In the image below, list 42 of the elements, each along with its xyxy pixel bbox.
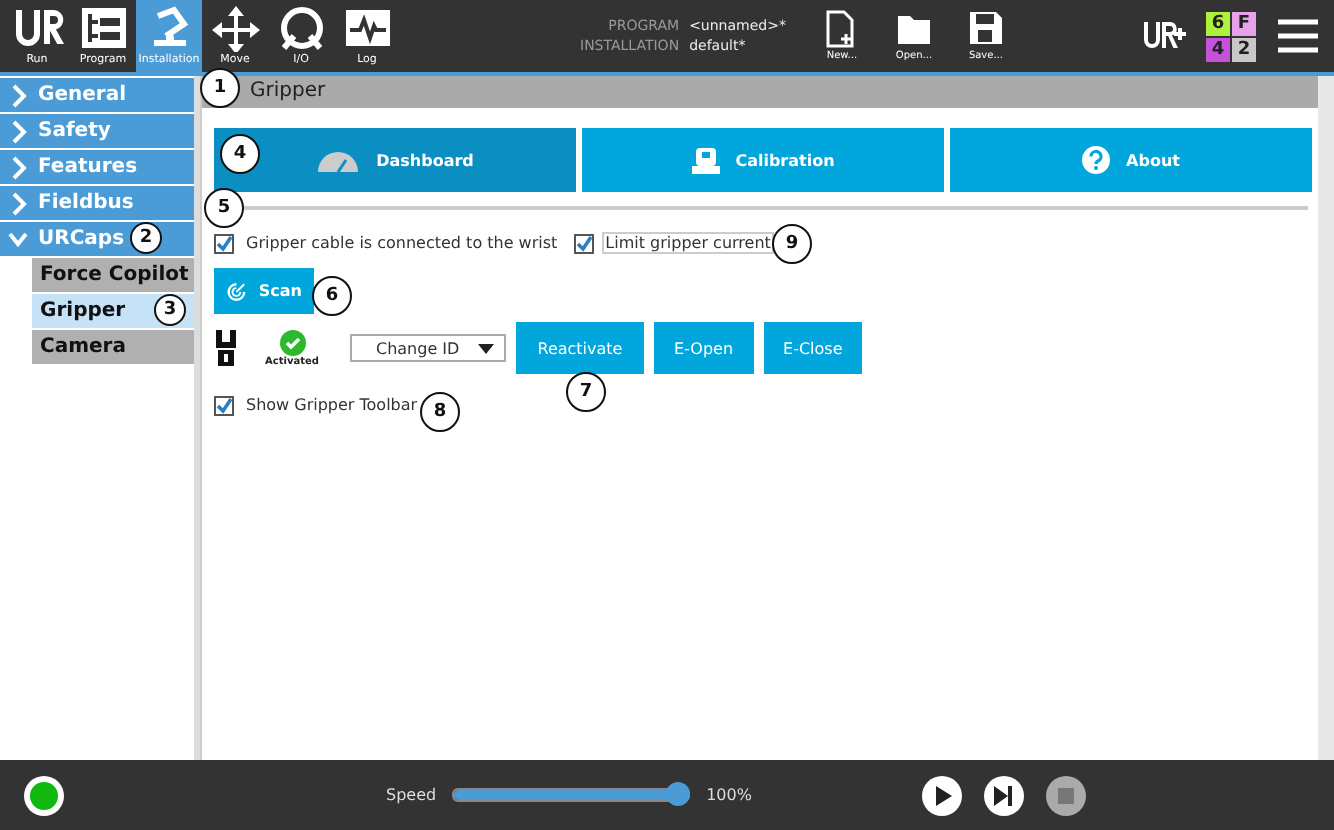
chevron-down-icon xyxy=(8,227,28,251)
nav-subitem[interactable]: Camera xyxy=(32,330,194,364)
new-file-icon xyxy=(823,9,860,47)
play-icon xyxy=(935,785,952,805)
speed-label: Speed xyxy=(386,786,437,804)
chevron-right-icon xyxy=(8,83,28,107)
status-indicator: 6 xyxy=(1206,11,1230,35)
check-circle-icon xyxy=(279,329,305,355)
move-arrows-icon xyxy=(207,4,263,52)
checkbox-label: Show Gripper Toolbar xyxy=(244,394,420,416)
checkbox[interactable] xyxy=(573,233,594,253)
gripper-icon xyxy=(691,146,720,174)
play-button[interactable] xyxy=(921,775,962,815)
step-button[interactable] xyxy=(983,775,1024,815)
callout-marker: 2 xyxy=(130,222,162,254)
menu-icon[interactable] xyxy=(1276,18,1320,54)
status-indicator: F xyxy=(1232,11,1256,35)
status-indicator: 4 xyxy=(1206,37,1230,61)
status-indicator: 2 xyxy=(1232,37,1256,61)
change-id-dropdown[interactable]: Change ID xyxy=(350,334,506,362)
callout-marker: 3 xyxy=(154,294,186,326)
speed-slider[interactable] xyxy=(452,782,691,808)
checkbox[interactable] xyxy=(214,233,234,253)
stop-icon xyxy=(1057,787,1074,803)
ur-plus-icon[interactable] xyxy=(1142,18,1190,54)
chevron-right-icon xyxy=(8,191,28,215)
skip-icon xyxy=(994,785,1013,805)
gripper-icon xyxy=(214,328,238,368)
dropdown-caret-icon xyxy=(478,343,494,353)
chevron-right-icon xyxy=(8,119,28,143)
nav-subitem[interactable]: Force Copilot xyxy=(32,258,194,292)
checkbox-label: Limit gripper current xyxy=(601,232,775,254)
checkbox[interactable] xyxy=(214,395,234,415)
checkbox-label: Gripper cable is connected to the wrist xyxy=(244,232,560,254)
speed-value: 100% xyxy=(706,786,752,804)
speedometer-icon xyxy=(316,148,361,172)
status-light-icon xyxy=(24,775,64,815)
nav-subitem[interactable]: Gripper 3 xyxy=(32,294,194,328)
help-icon xyxy=(1082,146,1111,174)
nav-item[interactable]: URCaps 2 xyxy=(0,222,194,256)
chevron-right-icon xyxy=(8,155,28,179)
slider-thumb[interactable] xyxy=(666,782,691,806)
